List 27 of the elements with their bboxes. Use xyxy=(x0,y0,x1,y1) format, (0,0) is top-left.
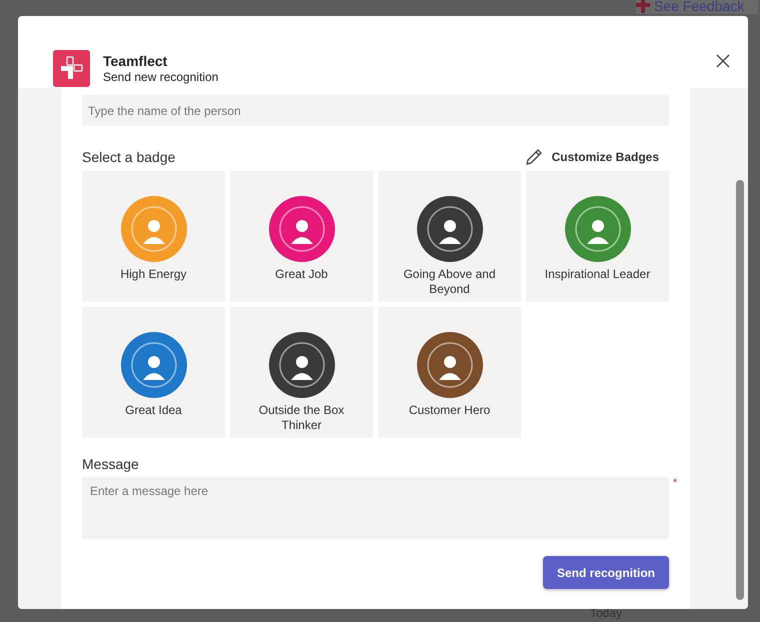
badge-card[interactable]: High Energy xyxy=(82,171,225,302)
send-recognition-button[interactable]: Send recognition xyxy=(542,556,669,589)
message-field[interactable]: Enter a message here xyxy=(82,477,669,539)
plus-icon xyxy=(636,0,650,13)
badge-label: Customer Hero xyxy=(408,403,492,418)
badge-card[interactable]: Inspirational Leader xyxy=(526,171,669,302)
badge-card[interactable]: Customer Hero xyxy=(378,307,521,438)
app-name: Teamflect xyxy=(103,52,168,68)
badge-label: Great Job xyxy=(274,267,329,282)
badge-label: Outside the Box Thinker xyxy=(258,403,346,433)
customize-badges-link[interactable]: Customize Badges xyxy=(524,147,659,167)
badge-card[interactable]: Great Job xyxy=(230,171,373,302)
badge-card[interactable]: Great Idea xyxy=(82,307,225,438)
badge-label: High Energy xyxy=(119,267,188,282)
message-label: Message xyxy=(82,456,140,472)
badge-card[interactable]: Outside the Box Thinker xyxy=(230,307,373,438)
section-title: Select a badge xyxy=(82,149,176,165)
person-name-field[interactable]: Type the name of the person xyxy=(82,95,669,126)
pencil-icon xyxy=(524,147,544,167)
badge-label: Going Above and Beyond xyxy=(402,267,497,297)
badge-label: Inspirational Leader xyxy=(544,267,652,282)
close-icon[interactable] xyxy=(716,54,730,68)
badge-card[interactable]: Going Above and Beyond xyxy=(378,171,521,302)
scrollbar[interactable] xyxy=(736,180,744,600)
badge-label: Great Idea xyxy=(124,403,183,418)
required-mark: * xyxy=(673,477,678,491)
dialog-subtitle: Send new recognition xyxy=(103,70,220,84)
